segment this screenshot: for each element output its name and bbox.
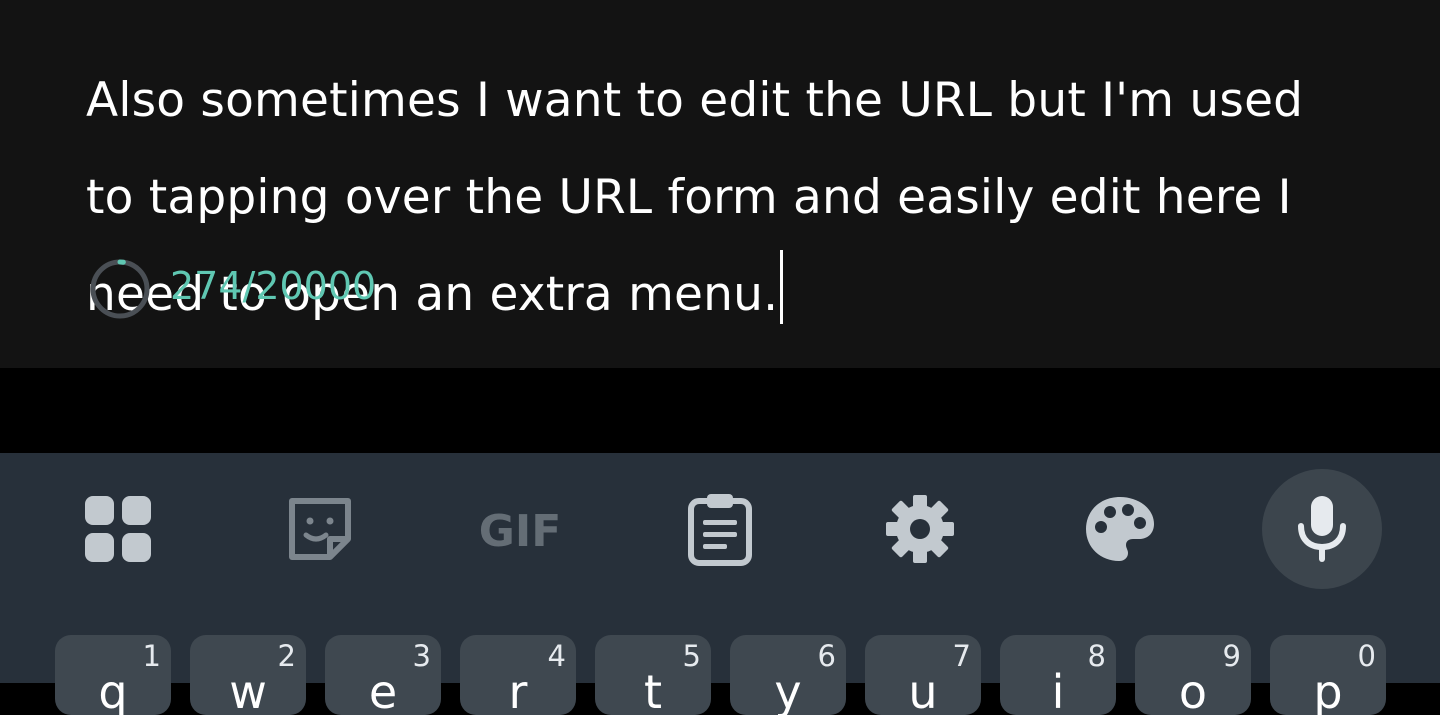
key-w[interactable]: 2w — [190, 635, 306, 715]
key-letter: o — [1178, 665, 1208, 715]
compose-editor[interactable]: Also sometimes I want to edit the URL bu… — [0, 0, 1440, 368]
key-letter: r — [508, 665, 528, 715]
key-p[interactable]: 0p — [1270, 635, 1386, 715]
voice-input-circle[interactable] — [1262, 469, 1382, 589]
apps-grid-icon — [85, 496, 151, 562]
key-letter: p — [1313, 665, 1343, 715]
key-u[interactable]: 7u — [865, 635, 981, 715]
keyboard-toolbar: GIF — [0, 469, 1440, 589]
key-letter: u — [908, 665, 938, 715]
sticker-button[interactable] — [260, 469, 380, 589]
key-letter: w — [229, 665, 267, 715]
settings-gear-icon — [886, 495, 954, 563]
gif-icon: GIF — [479, 506, 562, 554]
keyboard-gap — [0, 368, 1440, 453]
key-letter: e — [368, 665, 398, 715]
gif-button[interactable]: GIF — [460, 469, 580, 589]
character-count: 274/20000 — [170, 264, 377, 308]
key-i[interactable]: 8i — [1000, 635, 1116, 715]
microphone-icon — [1298, 496, 1346, 562]
theme-button[interactable] — [1060, 469, 1180, 589]
apps-button[interactable] — [58, 469, 178, 589]
key-letter: i — [1051, 665, 1065, 715]
key-q[interactable]: 1q — [55, 635, 171, 715]
key-r[interactable]: 4r — [460, 635, 576, 715]
key-letter: q — [98, 665, 128, 715]
settings-button[interactable] — [860, 469, 980, 589]
key-letter: y — [774, 665, 802, 715]
key-t[interactable]: 5t — [595, 635, 711, 715]
keyboard-row-top: 1q 2w 3e 4r 5t 6y 7u 8i 9o 0p — [0, 635, 1440, 715]
svg-text:GIF: GIF — [479, 506, 562, 554]
character-progress-ring — [90, 259, 150, 319]
key-y[interactable]: 6y — [730, 635, 846, 715]
clipboard-button[interactable] — [660, 469, 780, 589]
key-letter: t — [643, 665, 663, 715]
key-o[interactable]: 9o — [1135, 635, 1251, 715]
soft-keyboard: GIF 1 q 2 w 3 e 4 r 5 t 6 y 7 u 8 i 9 o … — [0, 453, 1440, 715]
voice-input-button[interactable] — [1262, 469, 1382, 589]
clipboard-icon — [688, 494, 752, 566]
character-counter: 274/20000 — [88, 258, 376, 320]
sticker-icon — [289, 498, 351, 560]
key-e[interactable]: 3e — [325, 635, 441, 715]
text-caret — [780, 250, 784, 324]
theme-palette-icon — [1086, 497, 1154, 561]
